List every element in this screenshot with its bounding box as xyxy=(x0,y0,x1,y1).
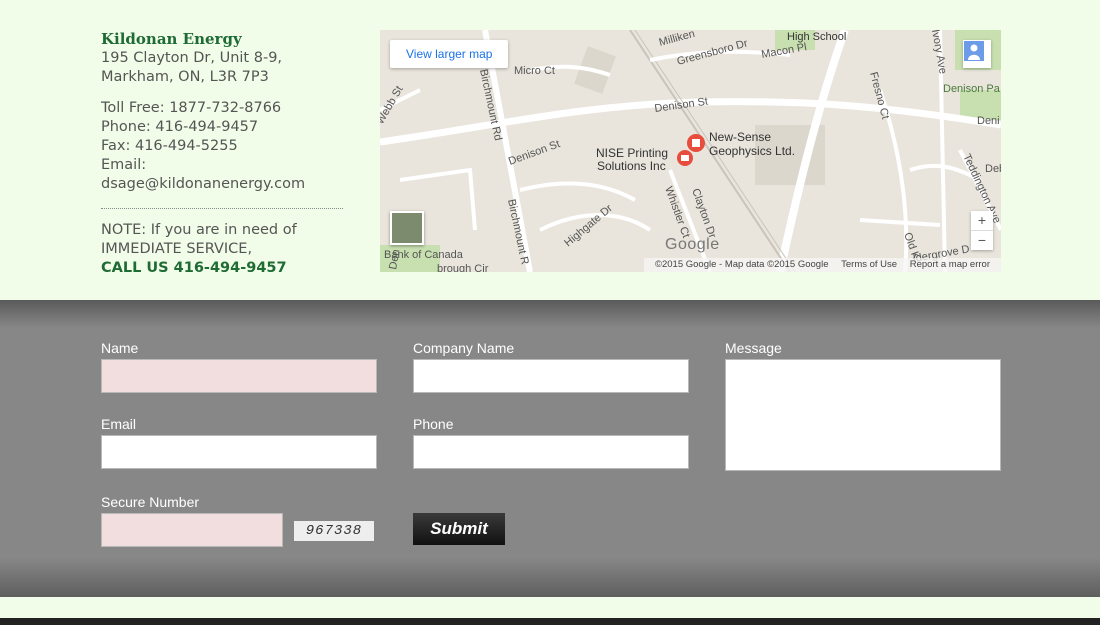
captcha-image: 967338 xyxy=(294,521,374,541)
contact-form: Name Company Name Message Email Phone Se… xyxy=(0,300,1100,597)
phone-input[interactable] xyxy=(413,435,689,469)
map-label-ivory: Ivory Ave xyxy=(929,30,949,75)
terms-of-use-link[interactable]: Terms of Use xyxy=(841,259,897,270)
map-label-deb: Deb xyxy=(985,163,1001,175)
map-label-denison-st: Denison St xyxy=(654,96,709,115)
phone-number: Phone: 416-494-9457 xyxy=(101,119,259,135)
toll-free-number: Toll Free: 1877-732-8766 xyxy=(101,100,282,116)
email-label: Email xyxy=(101,416,137,432)
google-logo: Google xyxy=(665,236,720,253)
map-label-webb: Webb St xyxy=(380,84,406,126)
company-name-input[interactable] xyxy=(413,359,689,393)
zoom-in-button[interactable]: + xyxy=(971,211,993,230)
secure-number-label: Secure Number xyxy=(101,494,200,510)
person-icon xyxy=(964,41,984,61)
map-label-micro: Micro Ct xyxy=(514,65,555,77)
map-label-highgate: Highgate Dr xyxy=(562,202,615,249)
map-label-denison-park: Denison Pa xyxy=(943,83,1001,95)
footer-border xyxy=(0,618,1100,625)
zoom-out-button[interactable]: − xyxy=(971,230,993,250)
email-address[interactable]: Email: dsage@kildonanenergy.com xyxy=(101,156,351,194)
map-label-birchmount-2: Birchmount R xyxy=(505,198,531,266)
address-line-2: Markham, ON, L3R 7P3 xyxy=(101,69,269,85)
message-label: Message xyxy=(725,340,782,356)
map-label-milliken: Milliken xyxy=(658,30,697,49)
address-line-1: 195 Clayton Dr, Unit 8-9, xyxy=(101,50,283,66)
map-label-brough: brough Cir xyxy=(437,263,489,272)
embedded-map[interactable]: High School Milliken Greensboro Dr Macon… xyxy=(380,30,1001,272)
report-map-error-link[interactable]: Report a map error xyxy=(910,259,990,270)
note-line-1: NOTE: If you are in need of xyxy=(101,222,297,238)
map-attribution-bar: ©2015 Google - Map data ©2015 Google Ter… xyxy=(643,258,1001,272)
map-label-deni: Deni xyxy=(977,115,1000,127)
street-view-pegman-icon[interactable] xyxy=(963,40,991,68)
note-line-2: IMMEDIATE SERVICE, xyxy=(101,241,253,257)
message-textarea[interactable] xyxy=(725,359,1001,471)
fax-number: Fax: 416-494-5255 xyxy=(101,138,238,154)
map-pin-new-sense[interactable] xyxy=(687,134,705,152)
company-name: Kildonan Energy xyxy=(101,30,242,48)
name-input[interactable] xyxy=(101,359,377,393)
map-label-macon: Macon Pl xyxy=(760,41,807,61)
map-label-nise-2: Solutions Inc xyxy=(597,159,666,173)
map-label-new-sense-1: New-Sense xyxy=(709,130,771,144)
satellite-toggle-thumbnail[interactable] xyxy=(390,211,424,245)
view-larger-map-link[interactable]: View larger map xyxy=(390,40,509,68)
map-attribution: ©2015 Google - Map data ©2015 Google xyxy=(654,259,829,270)
call-us-text: CALL US 416-494-9457 xyxy=(101,260,287,276)
map-label-denison-st-2: Denison St xyxy=(507,138,562,168)
company-name-label: Company Name xyxy=(413,340,515,356)
map-pin-nise[interactable] xyxy=(677,150,693,166)
phone-label: Phone xyxy=(413,416,454,432)
email-input[interactable] xyxy=(101,435,377,469)
submit-button[interactable]: Submit xyxy=(413,513,505,545)
map-label-nise-1: NISE Printing xyxy=(596,146,668,160)
map-label-new-sense-2: Geophysics Ltd. xyxy=(709,144,795,158)
zoom-controls: + − xyxy=(971,211,993,250)
secure-number-input[interactable] xyxy=(101,513,283,547)
name-label: Name xyxy=(101,340,139,356)
map-label-high-school: High School xyxy=(787,31,846,43)
divider xyxy=(101,208,343,209)
contact-section: Kildonan Energy 195 Clayton Dr, Unit 8-9… xyxy=(0,0,1100,300)
map-label-fresno: Fresno Ct xyxy=(867,71,891,121)
contact-info: Kildonan Energy 195 Clayton Dr, Unit 8-9… xyxy=(101,30,351,278)
